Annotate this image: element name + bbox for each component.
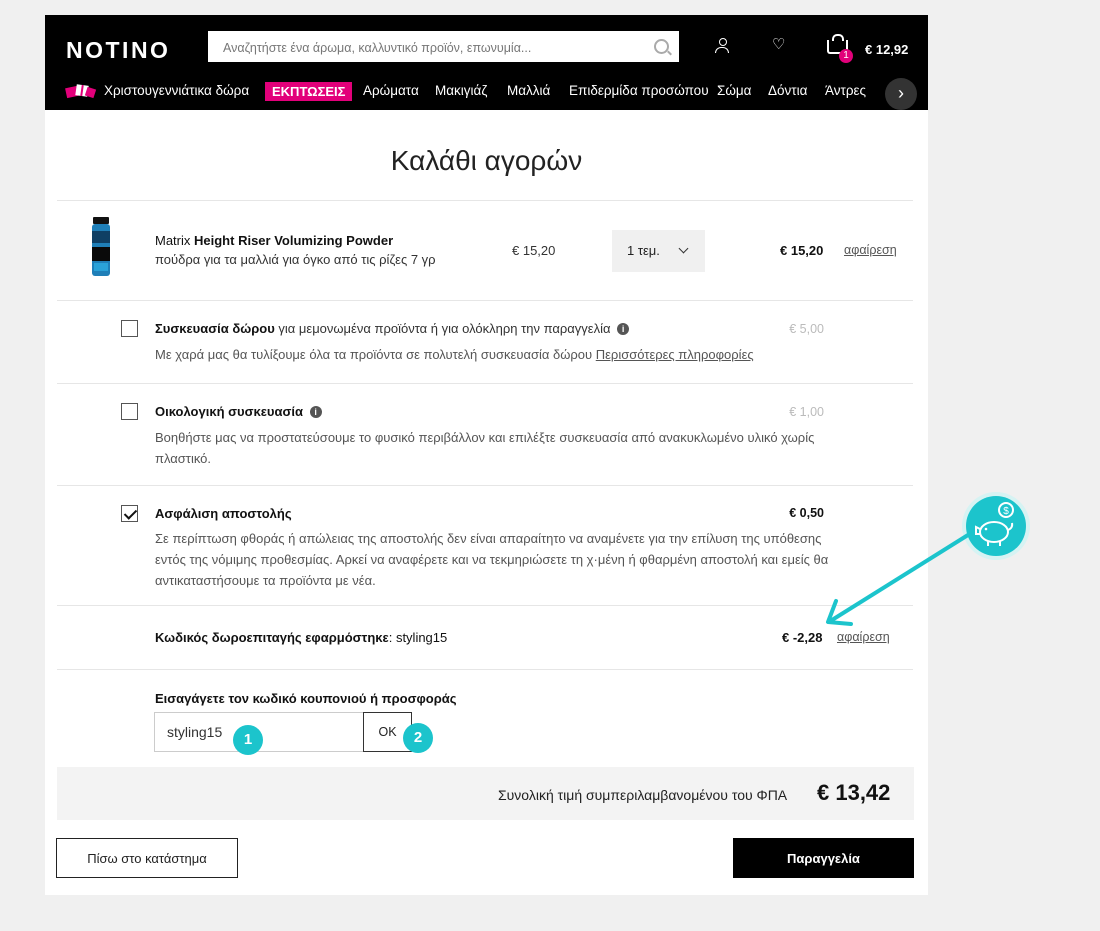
- page-frame: NOTINO ♡ 1 € 12,92 Χριστουγεννιάτικα δώρ…: [45, 15, 928, 895]
- eco-packaging-price: € 1,00: [789, 405, 824, 419]
- nav-item-christmas-gifts[interactable]: Χριστουγεννιάτικα δώρα: [104, 83, 249, 98]
- page-title: Καλάθι αγορών: [390, 145, 583, 176]
- search-icon[interactable]: [654, 39, 669, 54]
- order-total-bar: Συνολική τιμή συμπεριλαμβανομένου του ΦΠ…: [57, 767, 914, 820]
- nav-item-sale[interactable]: ΕΚΠΤΩΣΕΙΣ: [265, 82, 353, 101]
- divider: [57, 200, 913, 201]
- gift-wrap-title: Συσκευασία δώρου για μεμονωμένα προϊόντα…: [155, 321, 630, 336]
- top-bar: NOTINO ♡ 1 € 12,92 Χριστουγεννιάτικα δώρ…: [45, 15, 928, 110]
- category-nav: Χριστουγεννιάτικα δώρα ΕΚΠΤΩΣΕΙΣ Αρώματα…: [45, 77, 928, 107]
- nav-item-hair[interactable]: Μαλλιά: [507, 83, 550, 98]
- nav-item-body[interactable]: Σώμα: [717, 83, 751, 98]
- search-box[interactable]: [208, 31, 679, 64]
- applied-coupon-code: : styling15: [388, 630, 448, 645]
- nav-item-teeth[interactable]: Δόντια: [768, 83, 807, 98]
- divider: [57, 605, 913, 606]
- remove-product-link[interactable]: αφαίρεση: [844, 243, 897, 257]
- nav-item-fragrances[interactable]: Αρώματα: [363, 83, 419, 98]
- quantity-select[interactable]: 1 τεμ.: [612, 230, 705, 272]
- info-icon[interactable]: i: [309, 406, 322, 418]
- nav-item-face-skin[interactable]: Επιδερμίδα προσώπου: [569, 83, 709, 98]
- christmas-gift-icon: [65, 83, 97, 99]
- svg-text:$: $: [1003, 506, 1009, 517]
- shipping-insurance-description: Σε περίπτωση φθοράς ή απώλειας της αποστ…: [155, 531, 829, 588]
- coupon-input-label: Εισαγάγετε τον κωδικό κουπονιού ή προσφο…: [155, 691, 457, 706]
- product-title: Height Riser Volumizing Powder: [194, 233, 394, 248]
- nav-next-arrow-icon[interactable]: ›: [885, 78, 917, 110]
- back-to-shop-button[interactable]: Πίσω στο κατάστημα: [56, 838, 238, 878]
- product-brand: Matrix: [155, 233, 191, 248]
- piggy-bank-coin-icon: $: [962, 492, 1030, 560]
- product-thumbnail[interactable]: [90, 217, 112, 277]
- shipping-insurance-price: € 0,50: [789, 506, 824, 520]
- info-icon[interactable]: i: [617, 323, 630, 335]
- nav-item-makeup[interactable]: Μακιγιάζ: [435, 83, 487, 98]
- gift-wrap-price: € 5,00: [789, 322, 824, 336]
- remove-coupon-link[interactable]: αφαίρεση: [837, 630, 890, 644]
- cart-total-amount[interactable]: € 12,92: [865, 42, 908, 57]
- shipping-insurance-checkbox[interactable]: [121, 505, 138, 522]
- applied-coupon-line: Κωδικός δωροεπιταγής εφαρμόστηκε: stylin…: [155, 630, 447, 645]
- unit-price: € 15,20: [512, 243, 556, 258]
- eco-packaging-description: Βοηθήστε μας να προστατεύσουμε το φυσικό…: [155, 430, 815, 466]
- divider: [57, 669, 913, 670]
- divider: [57, 383, 913, 384]
- eco-packaging-checkbox[interactable]: [121, 403, 138, 420]
- chevron-down-icon: [678, 243, 689, 254]
- quantity-value: 1 τεμ.: [627, 243, 660, 258]
- gift-wrap-checkbox[interactable]: [121, 320, 138, 337]
- divider: [57, 485, 913, 486]
- gift-wrap-subtitle: για μεμονωμένα προϊόντα ή για ολόκληρη τ…: [278, 321, 611, 336]
- total-value: € 13,42: [817, 780, 891, 805]
- notino-logo[interactable]: NOTINO: [66, 37, 170, 64]
- coupon-discount: € -2,28: [782, 630, 823, 645]
- product-description: πούδρα για τα μαλλιά για όγκο από τις ρί…: [155, 252, 436, 267]
- shipping-insurance-title: Ασφάλιση αποστολής: [155, 506, 292, 521]
- total-label: Συνολική τιμή συμπεριλαμβανομένου του ΦΠ…: [498, 787, 788, 803]
- step-marker-1: 1: [233, 725, 263, 755]
- wishlist-heart-icon[interactable]: ♡: [772, 37, 785, 53]
- divider: [57, 300, 913, 301]
- user-account-icon[interactable]: [715, 37, 731, 55]
- place-order-button[interactable]: Παραγγελία: [733, 838, 914, 878]
- gift-wrap-description: Με χαρά μας θα τυλίξουμε όλα τα προϊόντα…: [155, 347, 754, 362]
- cart-count-badge: 1: [839, 49, 853, 63]
- applied-coupon-label: Κωδικός δωροεπιταγής εφαρμόστηκε: [155, 630, 389, 645]
- eco-packaging-title: Οικολογική συσκευασία i: [155, 404, 322, 419]
- step-marker-2: 2: [403, 723, 433, 753]
- search-input[interactable]: [221, 31, 653, 64]
- nav-item-men[interactable]: Άντρες: [825, 83, 866, 98]
- product-name[interactable]: Matrix Height Riser Volumizing Powder: [155, 233, 393, 248]
- more-info-link[interactable]: Περισσότερες πληροφορίες: [596, 347, 754, 362]
- line-total: € 15,20: [780, 243, 824, 258]
